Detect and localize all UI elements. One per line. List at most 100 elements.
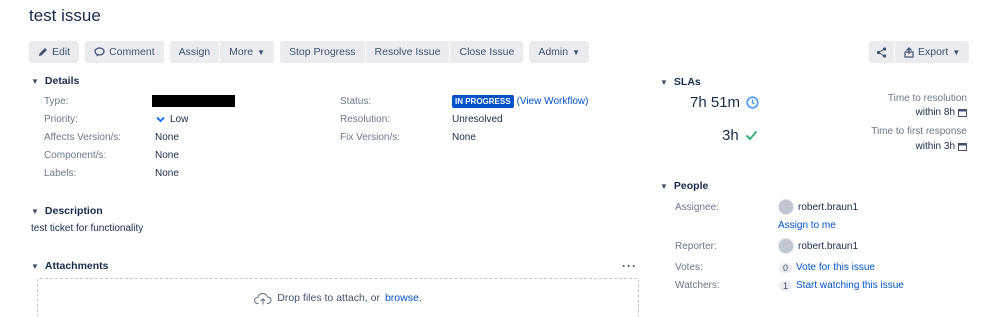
attachment-dropzone[interactable]: Drop files to attach, or browse. — [37, 278, 639, 317]
slas-section-toggle[interactable]: ▼ SLAs — [660, 76, 701, 88]
comment-label: Comment — [109, 46, 155, 58]
sla-response-target-text: within 3h — [915, 141, 955, 152]
stop-progress-button[interactable]: Stop Progress — [279, 41, 365, 63]
edit-button[interactable]: Edit — [29, 41, 80, 63]
share-export-group: Export ▼ — [869, 41, 970, 63]
priority-text: Low — [170, 114, 189, 125]
type-label: Type: — [44, 96, 69, 107]
assign-to-me-link[interactable]: Assign to me — [778, 220, 836, 231]
resolution-label: Resolution: — [340, 114, 391, 125]
sla-resolution-target-text: within 8h — [915, 107, 955, 118]
affects-label: Affects Version/s: — [44, 132, 122, 143]
avatar — [778, 238, 794, 254]
attachments-section-toggle[interactable]: ▼ Attachments — [31, 260, 109, 272]
assign-button[interactable]: Assign — [169, 41, 220, 63]
votes-label: Votes: — [675, 262, 703, 273]
chevron-down-icon: ▼ — [31, 261, 39, 271]
reporter-name: robert.braun1 — [798, 240, 859, 252]
priority-low-icon — [156, 116, 165, 123]
edit-label: Edit — [52, 46, 71, 58]
reporter-label: Reporter: — [675, 241, 717, 252]
drop-text: Drop files to attach, or — [277, 292, 380, 304]
components-label: Component/s: — [44, 150, 107, 161]
share-export-toolbar: Export ▼ — [869, 41, 970, 63]
chevron-down-icon: ▼ — [660, 181, 668, 191]
people-header: People — [673, 180, 709, 192]
pencil-icon — [39, 48, 47, 56]
export-icon — [904, 46, 914, 58]
sla-resolution-time: 7h 51m — [690, 94, 741, 111]
description-text[interactable]: test ticket for functionality — [31, 223, 143, 234]
edit-group: Edit — [29, 41, 80, 63]
assign-more-group: Assign More ▼ — [169, 41, 274, 63]
comment-button[interactable]: Comment — [85, 41, 164, 63]
vote-link[interactable]: Vote for this issue — [796, 262, 875, 273]
description-header: Description — [44, 205, 103, 217]
votes-value: 0 Vote for this issue — [779, 262, 875, 273]
admin-button[interactable]: Admin ▼ — [529, 41, 590, 63]
watch-link[interactable]: Start watching this issue — [796, 280, 904, 291]
cloud-upload-icon — [254, 292, 272, 304]
watchers-label: Watchers: — [675, 280, 720, 291]
comment-icon — [94, 47, 105, 57]
issue-toolbar: Edit Comment Assign More ▼ Stop Progress… — [29, 41, 595, 63]
resolution-value: Unresolved — [452, 114, 503, 125]
labels-label: Labels: — [44, 168, 77, 179]
admin-label: Admin — [538, 46, 569, 58]
resolve-issue-button[interactable]: Resolve Issue — [365, 41, 450, 63]
page-title: test issue — [29, 6, 101, 25]
fix-version-label: Fix Version/s: — [340, 132, 401, 143]
status-value: IN PROGRESS (View Workflow) — [452, 95, 588, 108]
more-label: More — [229, 46, 254, 58]
share-icon — [876, 46, 887, 58]
attachments-header: Attachments — [44, 260, 109, 272]
calendar-icon — [958, 143, 967, 151]
votes-count-badge: 0 — [779, 262, 793, 273]
admin-group: Admin ▼ — [529, 41, 590, 63]
export-label: Export — [918, 46, 949, 58]
more-button[interactable]: More ▼ — [220, 41, 274, 63]
details-header: Details — [44, 75, 80, 87]
workflow-group: Stop Progress Resolve Issue Close Issue — [279, 41, 524, 63]
affects-value: None — [155, 132, 179, 143]
attachments-more-icon[interactable]: ··· — [622, 259, 637, 273]
assignee-value[interactable]: robert.braun1 — [778, 199, 858, 215]
sla-resolution-target: within 8h — [916, 107, 967, 118]
calendar-icon — [958, 109, 967, 117]
share-button[interactable] — [869, 41, 894, 63]
details-section-toggle[interactable]: ▼ Details — [31, 75, 79, 87]
fix-version-value: None — [452, 132, 476, 143]
people-section-toggle[interactable]: ▼ People — [660, 180, 708, 192]
watchers-count-badge: 1 — [779, 280, 793, 291]
sla-response-time: 3h — [722, 127, 739, 144]
description-section-toggle[interactable]: ▼ Description — [31, 205, 103, 217]
chevron-down-icon: ▼ — [257, 47, 265, 57]
status-lozenge: IN PROGRESS — [452, 95, 514, 108]
chevron-down-icon: ▼ — [572, 47, 581, 57]
comment-group: Comment — [85, 41, 164, 63]
chevron-down-icon: ▼ — [952, 47, 961, 57]
assignee-name: robert.braun1 — [798, 201, 859, 213]
priority-value: Low — [156, 114, 188, 125]
view-workflow-link[interactable]: (View Workflow) — [517, 96, 589, 107]
sla-resolution-label: Time to resolution — [887, 93, 967, 104]
chevron-down-icon: ▼ — [660, 77, 668, 87]
watchers-value: 1 Start watching this issue — [779, 280, 904, 291]
sla-response-label: Time to first response — [871, 126, 967, 137]
labels-value: None — [155, 168, 179, 179]
slas-header: SLAs — [673, 76, 701, 88]
clock-icon — [746, 96, 759, 109]
avatar — [778, 199, 794, 215]
priority-label: Priority: — [44, 114, 78, 125]
browse-link[interactable]: browse. — [385, 292, 422, 304]
components-value: None — [155, 150, 179, 161]
export-button[interactable]: Export ▼ — [895, 41, 970, 63]
sla-time-to-resolution: 7h 51m — [690, 94, 759, 111]
chevron-down-icon: ▼ — [31, 206, 39, 216]
chevron-down-icon: ▼ — [31, 76, 39, 86]
assignee-label: Assignee: — [675, 202, 719, 213]
sla-time-to-first-response: 3h — [722, 127, 758, 144]
sla-response-target: within 3h — [916, 141, 967, 152]
reporter-value[interactable]: robert.braun1 — [778, 238, 858, 254]
close-issue-button[interactable]: Close Issue — [450, 41, 524, 63]
